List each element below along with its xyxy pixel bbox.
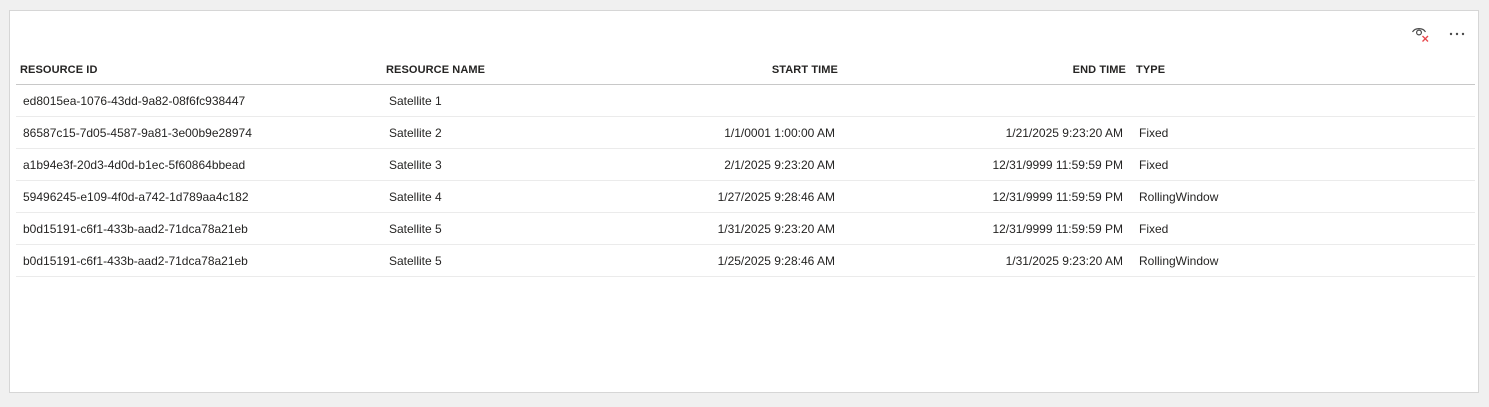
table-row[interactable]: a1b94e3f-20d3-4d0d-b1ec-5f60864bbead Sat… xyxy=(16,149,1475,181)
cell-resource-id: 59496245-e109-4f0d-a742-1d789aa4c182 xyxy=(23,189,249,204)
cell-resource-id: ed8015ea-1076-43dd-9a82-08f6fc938447 xyxy=(23,93,246,108)
cell-resource-name: Satellite 1 xyxy=(389,93,442,108)
cell-type: Fixed xyxy=(1139,157,1169,172)
cell-start-time: 2/1/2025 9:23:20 AM xyxy=(724,157,835,172)
cell-end-time: 1/31/2025 9:23:20 AM xyxy=(1005,253,1123,268)
table-row[interactable]: b0d15191-c6f1-433b-aad2-71dca78a21eb Sat… xyxy=(16,213,1475,245)
cell-start-time: 1/31/2025 9:23:20 AM xyxy=(717,221,835,236)
cell-end-time: 12/31/9999 11:59:59 PM xyxy=(992,157,1123,172)
visual-visibility-button[interactable] xyxy=(1408,21,1434,47)
cell-start-time: 1/1/0001 1:00:00 AM xyxy=(724,125,835,140)
cell-resource-id: 86587c15-7d05-4587-9a81-3e00b9e28974 xyxy=(23,125,252,140)
cell-start-time: 1/25/2025 9:28:46 AM xyxy=(717,253,835,268)
cell-resource-name: Satellite 2 xyxy=(389,125,442,140)
table-row[interactable]: b0d15191-c6f1-433b-aad2-71dca78a21eb Sat… xyxy=(16,245,1475,277)
cell-resource-id: a1b94e3f-20d3-4d0d-b1ec-5f60864bbead xyxy=(23,157,246,172)
eye-hidden-icon xyxy=(1410,23,1432,45)
visual-header-toolbar xyxy=(1408,19,1470,49)
table-row[interactable]: 59496245-e109-4f0d-a742-1d789aa4c182 Sat… xyxy=(16,181,1475,213)
column-header-end-time[interactable]: END TIME xyxy=(842,64,1130,76)
table-row[interactable]: 86587c15-7d05-4587-9a81-3e00b9e28974 Sat… xyxy=(16,117,1475,149)
cell-resource-name: Satellite 5 xyxy=(389,253,442,268)
cell-resource-id: b0d15191-c6f1-433b-aad2-71dca78a21eb xyxy=(23,221,248,236)
cell-end-time: 12/31/9999 11:59:59 PM xyxy=(992,189,1123,204)
column-header-resource-id[interactable]: RESOURCE ID xyxy=(16,64,382,76)
cell-resource-name: Satellite 5 xyxy=(389,221,442,236)
more-options-button[interactable] xyxy=(1444,21,1470,47)
cell-start-time: 1/27/2025 9:28:46 AM xyxy=(717,189,835,204)
cell-resource-name: Satellite 4 xyxy=(389,189,442,204)
cell-end-time: 1/21/2025 9:23:20 AM xyxy=(1005,125,1123,140)
cell-resource-name: Satellite 3 xyxy=(389,157,442,172)
cell-end-time: 12/31/9999 11:59:59 PM xyxy=(992,221,1123,236)
table-header-row: RESOURCE ID RESOURCE NAME START TIME END… xyxy=(16,55,1475,85)
column-header-type[interactable]: TYPE xyxy=(1130,64,1475,76)
data-table: RESOURCE ID RESOURCE NAME START TIME END… xyxy=(16,55,1475,277)
column-header-resource-name[interactable]: RESOURCE NAME xyxy=(382,64,562,76)
cell-type: RollingWindow xyxy=(1139,189,1219,204)
table-row[interactable]: ed8015ea-1076-43dd-9a82-08f6fc938447 Sat… xyxy=(16,85,1475,117)
table-visual-card: RESOURCE ID RESOURCE NAME START TIME END… xyxy=(9,10,1479,393)
cell-type: RollingWindow xyxy=(1139,253,1219,268)
more-options-icon xyxy=(1447,24,1467,44)
cell-resource-id: b0d15191-c6f1-433b-aad2-71dca78a21eb xyxy=(23,253,248,268)
cell-type: Fixed xyxy=(1139,221,1169,236)
cell-type: Fixed xyxy=(1139,125,1169,140)
column-header-start-time[interactable]: START TIME xyxy=(562,64,842,76)
